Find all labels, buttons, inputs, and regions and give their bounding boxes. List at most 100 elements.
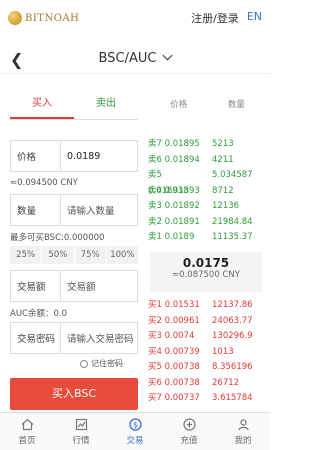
recharge-icon: [182, 418, 196, 432]
buy-order-label: 买6: [148, 377, 162, 388]
sell-order-row[interactable]: 卖2 0.01891 21984.84: [148, 215, 268, 231]
nav-trade-label: 交易: [126, 435, 144, 446]
nav-profile[interactable]: 我的: [216, 413, 270, 450]
price-field[interactable]: 价格 0.0189: [10, 140, 138, 172]
max-buy-text: 最多可买BSC:0.000000: [10, 233, 105, 243]
nav-market[interactable]: 行情: [54, 413, 108, 450]
remember-password[interactable]: 记住密码: [80, 358, 123, 369]
radio-icon[interactable]: [80, 359, 88, 368]
remember-label: 记住密码: [91, 359, 123, 368]
sell-orders: 卖7 0.01895 5213 卖6 0.01894 4211 卖5 0.018933 5…: [148, 137, 268, 246]
percent-25-button[interactable]: 25%: [10, 246, 42, 264]
home-icon: [20, 418, 34, 432]
buy-order-label: 买2: [148, 315, 162, 326]
buy-order-label: 买3: [148, 331, 162, 341]
sell-order-row[interactable]: 卖6 0.01894 4211: [148, 153, 268, 169]
nav-recharge[interactable]: 充值: [162, 413, 216, 450]
buy-order-price: 买4 0.00739: [148, 345, 204, 361]
buy-order-price: 买5 0.00738: [148, 360, 204, 376]
buy-order-row[interactable]: 买4 0.00739 1013: [148, 345, 268, 361]
sell-order-label: 卖3: [148, 201, 162, 211]
sell-order-row[interactable]: 卖7 0.01895 5213: [148, 137, 268, 153]
last-price: 0.0175: [182, 256, 230, 270]
buy-order-price: 买3 0.0074: [148, 329, 204, 345]
quantity-input[interactable]: 请输入数量: [61, 203, 115, 217]
buy-order-qty: 1013: [212, 346, 234, 357]
password-input[interactable]: 请输入交易密码: [61, 331, 134, 345]
language-switch[interactable]: EN: [247, 10, 262, 26]
percent-row: 25% 50% 75% 100%: [10, 246, 138, 264]
sell-order-price: 卖4 0.01893: [148, 184, 204, 200]
logo-icon: [8, 11, 22, 25]
buy-order-qty: 130296.9: [212, 331, 253, 341]
chevron-down-icon: [162, 50, 173, 61]
buy-order-price-value: 0.00738: [164, 362, 200, 372]
percent-75-button[interactable]: 75%: [74, 246, 106, 264]
buy-bsc-button[interactable]: 买入BSC: [10, 378, 138, 410]
orderbook-qty-header: 数量: [227, 100, 245, 110]
title-bar: ❮ BSC/AUC: [0, 44, 270, 74]
buy-order-price-value: 0.00961: [164, 315, 200, 326]
sell-order-label: 卖5: [148, 170, 162, 180]
buy-order-row[interactable]: 买3 0.0074 130296.9: [148, 329, 268, 345]
buy-order-row[interactable]: 买6 0.00738 26712: [148, 376, 268, 392]
buy-order-price: 买2 0.00961: [148, 314, 204, 330]
sell-order-price: 卖2 0.01891: [148, 215, 204, 231]
sell-order-price-value: 0.0189: [164, 232, 195, 242]
tab-buy[interactable]: 买入: [10, 92, 74, 119]
buy-order-label: 买1: [148, 300, 162, 310]
percent-50-button[interactable]: 50%: [42, 246, 74, 264]
sell-order-price: 卖5 0.018933: [148, 168, 204, 196]
tab-sell[interactable]: 卖出: [74, 92, 138, 119]
nav-home[interactable]: 首页: [0, 413, 54, 450]
sell-order-qty: 5213: [212, 139, 234, 149]
nav-market-label: 行情: [72, 435, 90, 446]
last-price-box: 0.0175 ≈0.087500 CNY: [150, 252, 262, 292]
amount-label: 交易额: [11, 271, 61, 301]
nav-trade[interactable]: $ 交易: [108, 413, 162, 450]
sell-order-price-value: 0.01895: [164, 139, 200, 149]
sell-order-qty: 5.034587: [212, 170, 253, 180]
buy-order-row[interactable]: 买2 0.00961 24063.77: [148, 314, 268, 330]
sell-order-row[interactable]: 卖1 0.0189 11135.37: [148, 230, 268, 246]
sell-order-label: 卖6: [148, 154, 162, 165]
chart-icon: [74, 418, 88, 432]
buy-order-price-value: 0.00739: [164, 346, 200, 357]
amount-input[interactable]: 交易额: [61, 279, 96, 293]
percent-100-button[interactable]: 100%: [106, 246, 138, 264]
buy-order-label: 买5: [148, 362, 162, 372]
trade-tabs: 买入 卖出: [10, 92, 138, 120]
login-register-link[interactable]: 注册/登录: [191, 10, 239, 26]
sell-order-label: 卖1: [148, 232, 162, 242]
buy-order-price-value: 0.0074: [164, 331, 195, 341]
pair-selector[interactable]: BSC/AUC: [99, 50, 173, 66]
buy-order-qty: 8.356196: [212, 362, 253, 372]
bottom-nav: 首页 行情 $ 交易 充值 我的: [0, 412, 270, 450]
price-cny: ≈0.094500 CNY: [10, 178, 78, 188]
buy-order-price-value: 0.01531: [164, 300, 200, 310]
buy-order-qty: 3.615784: [212, 393, 253, 403]
quantity-field[interactable]: 数量 请输入数量: [10, 194, 138, 226]
top-bar: BITNOAH 注册/登录 EN: [0, 0, 270, 36]
sell-order-price-value: 0.01891: [164, 216, 200, 227]
sell-order-qty: 4211: [212, 154, 234, 165]
buy-order-price-value: 0.00737: [164, 393, 200, 403]
sell-order-row[interactable]: 卖4 0.01893 8712: [148, 184, 268, 200]
buy-order-row[interactable]: 买5 0.00738 8.356196: [148, 360, 268, 376]
sell-order-row[interactable]: 卖5 0.018933 5.034587: [148, 168, 268, 196]
orderbook-price-header: 价格: [170, 100, 188, 110]
last-price-cny: ≈0.087500 CNY: [172, 270, 240, 280]
orderbook-header: 价格 数量: [150, 98, 265, 110]
sell-order-row[interactable]: 卖3 0.01892 12136: [148, 199, 268, 215]
buy-order-price-value: 0.00738: [164, 377, 200, 388]
back-arrow-icon[interactable]: ❮: [10, 50, 23, 69]
password-field[interactable]: 交易密码 请输入交易密码: [10, 322, 138, 354]
amount-field[interactable]: 交易额 交易额: [10, 270, 138, 302]
sell-order-label: 卖4: [148, 185, 162, 196]
sell-order-price-value: 0.01892: [164, 201, 200, 211]
buy-order-row[interactable]: 买7 0.00737 3.615784: [148, 391, 268, 407]
buy-order-row[interactable]: 买1 0.01531 12137.86: [148, 298, 268, 314]
trade-icon: $: [128, 418, 142, 432]
quantity-label: 数量: [11, 195, 61, 225]
price-input[interactable]: 0.0189: [61, 151, 100, 162]
